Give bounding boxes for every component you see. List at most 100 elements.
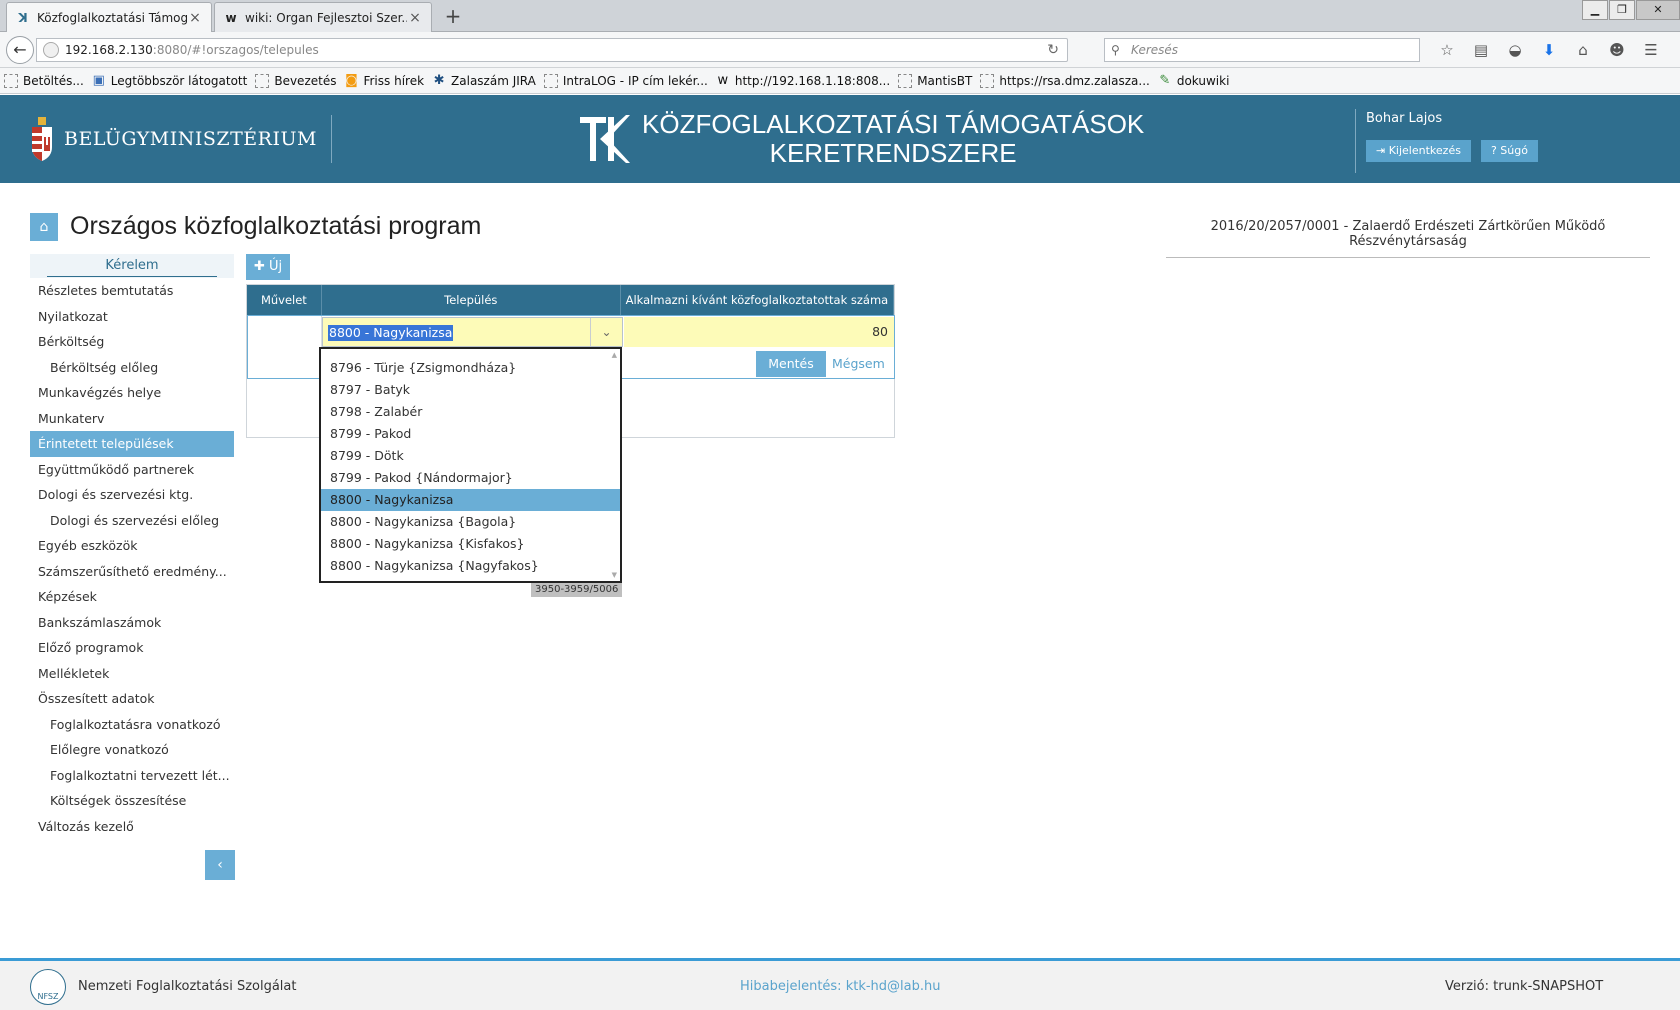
home-button[interactable]: ⌂: [30, 213, 58, 241]
home-icon[interactable]: ⌂: [1566, 38, 1600, 62]
star-folder-icon: ▣: [92, 72, 105, 88]
dropdown-option[interactable]: 8796 - Türje {Zsigmondháza}: [321, 357, 620, 379]
sidebar-item[interactable]: Foglalkoztatni tervezett lét...: [30, 763, 234, 789]
ktk-logo-icon: [580, 115, 630, 163]
save-button[interactable]: Mentés: [756, 351, 826, 377]
back-button[interactable]: ←: [6, 36, 34, 64]
bookmark-item[interactable]: ✎ dokuwiki: [1158, 73, 1229, 88]
bookmark-label: IntraLOG - IP cím lekér...: [562, 73, 708, 88]
minimize-button[interactable]: ▁: [1582, 0, 1608, 20]
url-bar[interactable]: 192.168.2.130:8080/#!orszagos/telepules …: [36, 38, 1068, 62]
sidebar-item[interactable]: Nyilatkozat: [30, 304, 234, 330]
rss-icon: ◙: [345, 72, 358, 88]
chat-icon[interactable]: ☻: [1600, 38, 1634, 62]
ktk-logo-icon: ꓘ: [18, 11, 28, 25]
bookmark-label: MantisBT: [917, 73, 973, 88]
settlement-dropdown[interactable]: ▲ 8796 - Türje {Zsigmondháza} 8797 - Baty…: [319, 347, 622, 583]
window-close-button[interactable]: ✕: [1636, 0, 1680, 20]
grid-header: Művelet Település Alkalmazni kívánt közf…: [247, 285, 894, 337]
bookmark-label: http://192.168.1.18:808...: [734, 73, 891, 88]
sidebar-item[interactable]: Munkaterv: [30, 406, 234, 432]
sidebar-item[interactable]: Képzések: [30, 584, 234, 610]
sidebar-item[interactable]: Költségek összesítése: [30, 788, 234, 814]
close-icon[interactable]: ×: [187, 10, 203, 26]
sidebar-item[interactable]: Számszerűsíthető eredmény...: [30, 559, 234, 585]
search-placeholder: Keresés: [1131, 43, 1179, 57]
new-button[interactable]: ✚ Új: [246, 254, 291, 280]
dropdown-option[interactable]: 8800 - Nagykanizsa: [321, 489, 620, 511]
dropdown-option[interactable]: 8797 - Batyk: [321, 379, 620, 401]
help-button[interactable]: ? Súgó: [1480, 140, 1538, 162]
column-header-action[interactable]: Művelet: [247, 285, 322, 315]
sidebar-item[interactable]: Részletes bemtutatás: [30, 278, 234, 304]
sidebar-item[interactable]: Munkavégzés helye: [30, 380, 234, 406]
browser-tab-wiki[interactable]: w wiki: Organ Fejlesztoi Szer... ×: [214, 2, 432, 32]
cancel-button[interactable]: Mégsem: [832, 351, 885, 377]
sidebar-item[interactable]: Bérköltség előleg: [30, 355, 234, 381]
dropdown-option[interactable]: 8800 - Nagykanizsa {Nagyfakos}: [321, 555, 620, 577]
count-field[interactable]: 80: [624, 317, 894, 347]
wiki-icon: w: [717, 72, 729, 88]
sidebar-item[interactable]: Egyéb eszközök: [30, 533, 234, 559]
browser-nav-bar: ← 192.168.2.130:8080/#!orszagos/telepule…: [0, 32, 1680, 68]
bookmark-item[interactable]: Betöltés...: [4, 73, 84, 88]
sidebar-item[interactable]: Dologi és szervezési előleg: [30, 508, 234, 534]
sidebar-item[interactable]: Előlegre vonatkozó: [30, 737, 234, 763]
jira-icon: ✱: [433, 72, 445, 88]
reload-icon[interactable]: ↻: [1047, 39, 1059, 61]
sidebar-item[interactable]: Bérköltség: [30, 329, 234, 355]
bookmark-star-icon[interactable]: ☆: [1430, 38, 1464, 62]
toolbar-icons: ☆ ▤ ◒ ⬇ ⌂ ☻ ☰: [1430, 38, 1668, 62]
bookmark-item[interactable]: IntraLOG - IP cím lekér...: [543, 73, 708, 88]
sidebar-item[interactable]: Mellékletek: [30, 661, 234, 687]
close-icon[interactable]: ×: [407, 10, 423, 26]
search-input[interactable]: ⚲ Keresés: [1104, 38, 1420, 62]
download-icon[interactable]: ⬇: [1532, 38, 1566, 62]
bookmark-item[interactable]: ▣ Legtöbbször látogatott: [92, 72, 248, 88]
sidebar-item[interactable]: Együttműködő partnerek: [30, 457, 234, 483]
dropdown-option[interactable]: 8800 - Nagykanizsa {Kisfakos}: [321, 533, 620, 555]
settlement-combobox[interactable]: 8800 - Nagykanizsa ⌄: [322, 317, 623, 347]
sidebar-collapse-button[interactable]: ‹: [205, 850, 235, 880]
bookmark-item[interactable]: ◙ Friss hírek: [344, 72, 424, 88]
column-header-count[interactable]: Alkalmazni kívánt közfoglalkoztatottak s…: [621, 285, 894, 337]
settlement-combobox-value[interactable]: 8800 - Nagykanizsa: [328, 325, 454, 341]
dropdown-option[interactable]: 8799 - Dötk: [321, 445, 620, 467]
sidebar-items: Részletes bemtutatás Nyilatkozat Bérköltsé…: [30, 278, 234, 839]
bookmark-item[interactable]: w http://192.168.1.18:808...: [716, 72, 891, 88]
chevron-down-icon[interactable]: ⌄: [590, 318, 622, 346]
bookmark-item[interactable]: Bevezetés: [255, 73, 336, 88]
sidebar-item[interactable]: Érintetett települések: [30, 431, 234, 457]
sidebar-item[interactable]: Összesített adatok: [30, 686, 234, 712]
sidebar-item[interactable]: Változás kezelő: [30, 814, 234, 840]
sidebar-item[interactable]: Dologi és szervezési ktg.: [30, 482, 234, 508]
bookmark-item[interactable]: MantisBT: [898, 73, 973, 88]
bookmark-item[interactable]: ✱ Zalaszám JIRA: [432, 72, 536, 88]
bug-report-link[interactable]: Hibabejelentés: ktk-hd@lab.hu: [740, 979, 940, 994]
dropdown-option[interactable]: 8798 - Zalabér: [321, 401, 620, 423]
reading-list-icon[interactable]: ▤: [1464, 38, 1498, 62]
logout-icon: ⇥: [1376, 144, 1389, 157]
app-title: KÖZFOGLALKOZTATÁSI TÁMOGATÁSOK KERETREND…: [642, 110, 1144, 168]
logout-label: Kijelentkezés: [1388, 144, 1461, 157]
menu-icon[interactable]: ☰: [1634, 38, 1668, 62]
sidebar-item[interactable]: Bankszámlaszámok: [30, 610, 234, 636]
pocket-icon[interactable]: ◒: [1498, 38, 1532, 62]
page-title: Országos közfoglalkoztatási program: [70, 212, 482, 240]
column-header-settlement[interactable]: Település: [322, 285, 621, 315]
restore-button[interactable]: ❐: [1609, 0, 1635, 20]
new-tab-button[interactable]: +: [440, 4, 466, 28]
sidebar-item[interactable]: Foglalkoztatásra vonatkozó: [30, 712, 234, 738]
browser-tab-active[interactable]: ꓘ Közfoglalkoztatási Támog... ×: [6, 2, 212, 33]
dropdown-option[interactable]: 8799 - Pakod {Nándormajor}: [321, 467, 620, 489]
logout-button[interactable]: ⇥ Kijelentkezés: [1366, 140, 1471, 162]
page-icon: [4, 73, 18, 88]
bookmarks-bar: Betöltés... ▣ Legtöbbször látogatott Beve…: [0, 68, 1680, 94]
dropdown-option[interactable]: 8800 - Nagykanizsa {Bagola}: [321, 511, 620, 533]
dropdown-option[interactable]: 8799 - Pakod: [321, 423, 620, 445]
bookmark-item[interactable]: https://rsa.dmz.zalasza...: [980, 73, 1150, 88]
scroll-down-icon[interactable]: ▼: [612, 571, 617, 579]
nfsz-logo-text: NFSZ: [37, 992, 59, 1001]
sidebar-item[interactable]: Előző programok: [30, 635, 234, 661]
page-icon: [255, 73, 270, 88]
